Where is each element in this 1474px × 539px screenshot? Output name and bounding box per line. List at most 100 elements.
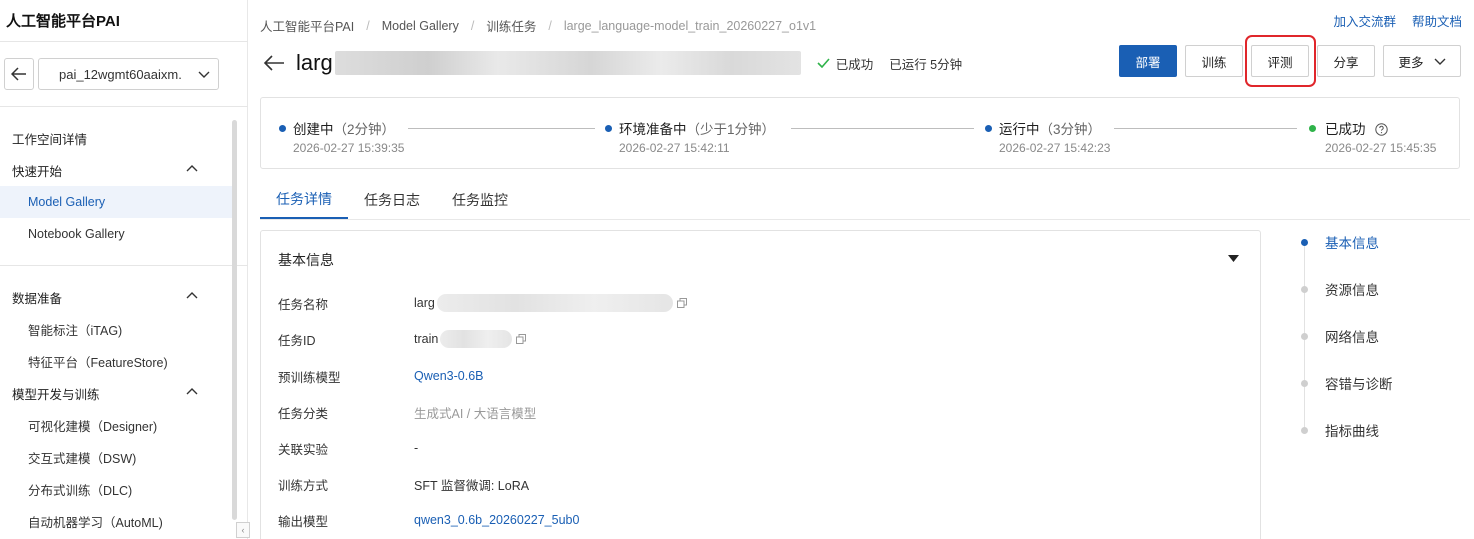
sidebar-item-label: 工作空间详情 (12, 132, 88, 147)
info-row-task-id: 任务ID train (278, 329, 527, 349)
sidebar-item-automl[interactable]: 自动机器学习（AutoML) (0, 505, 232, 537)
info-row-pretrained-model: 预训练模型 Qwen3-0.6B (278, 366, 483, 386)
sidebar-group-model-dev[interactable]: 模型开发与训练 (0, 377, 232, 409)
sidebar-item-dlc[interactable]: 分布式训练（DLC) (0, 473, 232, 505)
anchor-dot (1301, 332, 1308, 340)
row-value: larg (414, 294, 687, 312)
sidebar-item-dsw[interactable]: 交互式建模（DSW) (0, 441, 232, 473)
row-label: 任务名称 (278, 297, 329, 312)
join-group-link[interactable]: 加入交流群 (1333, 11, 1396, 30)
button-label: 部署 (1135, 55, 1161, 70)
anchor-dot (1301, 426, 1308, 434)
info-row-output-model: 输出模型 qwen3_0.6b_20260227_5ub0 (278, 510, 579, 530)
stage-name: 已成功 (1325, 118, 1388, 138)
divider (0, 41, 248, 42)
anchor-fault-tolerance[interactable]: 容错与诊断 (1300, 373, 1393, 393)
tab-task-monitor[interactable]: 任务监控 (436, 180, 524, 219)
back-button[interactable] (262, 51, 286, 75)
progress-card: 创建中（2分钟） 2026-02-27 15:39:35 环境准备中（少于1分钟… (260, 97, 1460, 169)
tab-task-logs[interactable]: 任务日志 (348, 180, 436, 219)
deploy-button[interactable]: 部署 (1119, 45, 1177, 77)
stage-time: 2026-02-27 15:42:23 (999, 141, 1111, 155)
stage-connector (791, 128, 974, 129)
anchor-label: 指标曲线 (1325, 424, 1379, 439)
stage-dot (279, 125, 286, 132)
copy-icon[interactable] (676, 298, 687, 308)
pretrained-model-link[interactable]: Qwen3-0.6B (414, 369, 483, 383)
anchor-label: 网络信息 (1325, 330, 1379, 345)
button-label: 训练 (1201, 55, 1227, 70)
stage-name: 创建中（2分钟） (293, 122, 396, 137)
workspace-name: pai_12wgmt60aaixm. (59, 66, 182, 82)
row-label: 任务ID (278, 333, 316, 348)
caret-down-icon[interactable] (1228, 255, 1239, 262)
help-icon[interactable] (1375, 123, 1388, 136)
sidebar-item-itag[interactable]: 智能标注（iTAG) (0, 313, 232, 345)
task-id-value: train (414, 332, 439, 346)
info-row-task-category: 任务分类 生成式AI / 大语言模型 (278, 402, 536, 422)
row-label: 预训练模型 (278, 370, 341, 385)
row-label: 关联实验 (278, 442, 329, 457)
info-row-training-method: 训练方式 SFT 监督微调: LoRA (278, 474, 529, 494)
anchor-resource-info[interactable]: 资源信息 (1300, 279, 1379, 299)
anchor-label: 基本信息 (1325, 236, 1379, 251)
redacted-title (334, 51, 801, 75)
workspace-select[interactable]: pai_12wgmt60aaixm. (38, 58, 219, 90)
button-label: 更多 (1398, 55, 1424, 70)
sidebar-item-featurestore[interactable]: 特征平台（FeatureStore) (0, 345, 232, 377)
share-button[interactable]: 分享 (1317, 45, 1375, 77)
breadcrumb-item[interactable]: 训练任务 (486, 16, 536, 35)
brand-title[interactable]: 人工智能平台PAI (6, 10, 120, 31)
copy-icon[interactable] (516, 334, 527, 344)
breadcrumb: 人工智能平台PAI / Model Gallery / 训练任务 / large… (260, 16, 816, 35)
stage-time: 2026-02-27 15:39:35 (293, 141, 405, 155)
sidebar-group-quickstart[interactable]: 快速开始 (0, 154, 232, 186)
task-name-value: larg (414, 296, 435, 310)
training-method-value: SFT 监督微调: LoRA (414, 478, 530, 493)
sidebar-item-label: 模型开发与训练 (12, 387, 100, 402)
breadcrumb-separator: / (548, 18, 552, 33)
train-button[interactable]: 训练 (1185, 45, 1243, 77)
page-title-row: larg 已成功 已运行 5分钟 (262, 48, 962, 78)
related-experiment-value: - (414, 441, 419, 455)
sidebar-item-designer[interactable]: 可视化建模（Designer) (0, 409, 232, 441)
anchor-label: 资源信息 (1325, 283, 1379, 298)
runtime-text: 已运行 5分钟 (889, 57, 963, 72)
sidebar-item-label: 自动机器学习（AutoML) (28, 515, 163, 530)
breadcrumb-item[interactable]: 人工智能平台PAI (260, 16, 354, 35)
sidebar-group-data-prep[interactable]: 数据准备 (0, 281, 232, 313)
more-dropdown[interactable]: 更多 (1383, 45, 1461, 77)
help-docs-link[interactable]: 帮助文档 (1412, 11, 1462, 30)
anchor-metric-curves[interactable]: 指标曲线 (1300, 420, 1379, 440)
tab-task-details[interactable]: 任务详情 (260, 180, 348, 219)
sidebar-item-label: 快速开始 (12, 164, 63, 179)
anchor-network-info[interactable]: 网络信息 (1300, 326, 1379, 346)
chevron-down-icon (1434, 58, 1445, 65)
sidebar-item-label: 数据准备 (12, 291, 63, 306)
output-model-link[interactable]: qwen3_0.6b_20260227_5ub0 (414, 513, 579, 527)
breadcrumb-separator: / (470, 18, 475, 33)
sidebar-item-model-gallery[interactable]: Model Gallery (0, 186, 232, 218)
stage-name: 运行中（3分钟） (999, 122, 1102, 137)
page-title: larg (296, 50, 333, 75)
sidebar-item-label: Notebook Gallery (28, 227, 125, 241)
task-category-value: 生成式AI / 大语言模型 (414, 406, 537, 421)
sidebar-item-workspace-detail[interactable]: 工作空间详情 (0, 122, 232, 154)
sidebar-scrollbar[interactable] (232, 120, 237, 520)
sidebar-collapse-button[interactable]: ‹ (236, 522, 250, 538)
back-button[interactable] (4, 58, 34, 90)
divider (0, 106, 248, 107)
sidebar-item-notebook-gallery[interactable]: Notebook Gallery (0, 218, 232, 250)
status-badge: 已成功 (817, 54, 873, 73)
breadcrumb-separator: / (366, 18, 370, 33)
breadcrumb-item[interactable]: Model Gallery (382, 19, 459, 33)
chevron-left-icon: ‹ (241, 525, 245, 535)
chevron-up-icon (186, 292, 198, 299)
sidebar-item-label: 可视化建模（Designer) (28, 419, 158, 434)
row-value: train (414, 330, 527, 348)
anchor-basic-info[interactable]: 基本信息 (1300, 232, 1379, 252)
redacted-value (436, 294, 673, 312)
row-label: 任务分类 (278, 406, 329, 421)
basic-info-card: 基本信息 任务名称 larg 任务ID train 预训练模型 Qwen3-0.… (260, 230, 1261, 539)
anchor-label: 容错与诊断 (1325, 377, 1393, 392)
